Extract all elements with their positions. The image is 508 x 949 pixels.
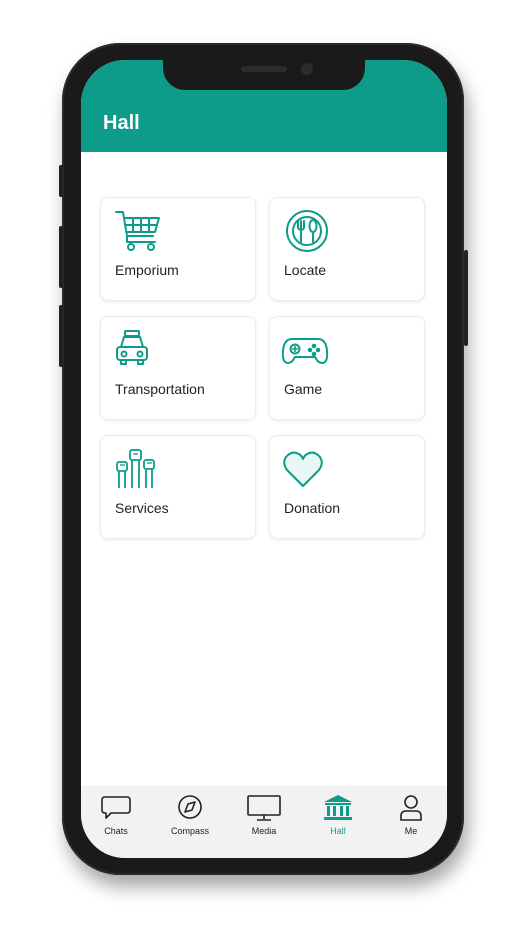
grid-item-locate[interactable]: Locate <box>269 197 425 301</box>
shopping-cart-icon <box>115 211 160 251</box>
phone-side-button <box>59 305 63 367</box>
phone-side-button <box>59 226 63 288</box>
grid-item-services[interactable]: Services <box>100 435 256 539</box>
grid-item-label: Locate <box>284 262 327 278</box>
restaurant-icon <box>286 210 328 252</box>
front-camera <box>301 63 313 75</box>
tab-chats[interactable]: Chats <box>86 794 146 844</box>
grid-item-label: Donation <box>284 500 341 516</box>
tab-label: Me <box>404 826 418 836</box>
grid-item-label: Transportation <box>115 381 205 397</box>
grid-item-emporium[interactable]: Emporium <box>100 197 256 301</box>
grid-item-label: Emporium <box>115 262 179 278</box>
bottom-tab-bar: Chats Compass Media Hall Me <box>81 786 447 858</box>
gamepad-icon <box>282 338 329 364</box>
user-icon <box>400 795 422 821</box>
grid-item-transportation[interactable]: Transportation <box>100 316 256 420</box>
phone-notch <box>163 60 365 90</box>
page-title: Hall <box>103 112 140 134</box>
grid-item-game[interactable]: Game <box>269 316 425 420</box>
monitor-icon <box>247 795 281 821</box>
raised-fists-icon <box>116 449 155 488</box>
grid-item-donation[interactable]: Donation <box>269 435 425 539</box>
taxi-icon <box>116 330 148 365</box>
grid-item-label: Services <box>115 500 169 516</box>
hall-building-icon <box>324 795 352 820</box>
speaker <box>241 66 287 72</box>
tab-compass[interactable]: Compass <box>160 794 220 844</box>
tab-label: Chats <box>104 826 128 836</box>
app-header: Hall <box>81 60 447 152</box>
tab-hall[interactable]: Hall <box>308 794 368 844</box>
grid-item-label: Game <box>284 381 323 397</box>
tab-label: Compass <box>170 826 209 836</box>
tab-label: Media <box>251 826 277 836</box>
compass-icon <box>178 795 202 819</box>
tab-label: Hall <box>330 826 346 836</box>
tab-media[interactable]: Media <box>234 794 294 844</box>
chat-bubble-icon <box>101 796 131 819</box>
heart-icon <box>283 451 323 487</box>
tab-me[interactable]: Me <box>381 794 441 844</box>
phone-screen: Hall Emporium Locate Transportation Game… <box>81 60 447 858</box>
phone-side-button <box>59 165 63 197</box>
phone-side-button <box>464 250 468 346</box>
